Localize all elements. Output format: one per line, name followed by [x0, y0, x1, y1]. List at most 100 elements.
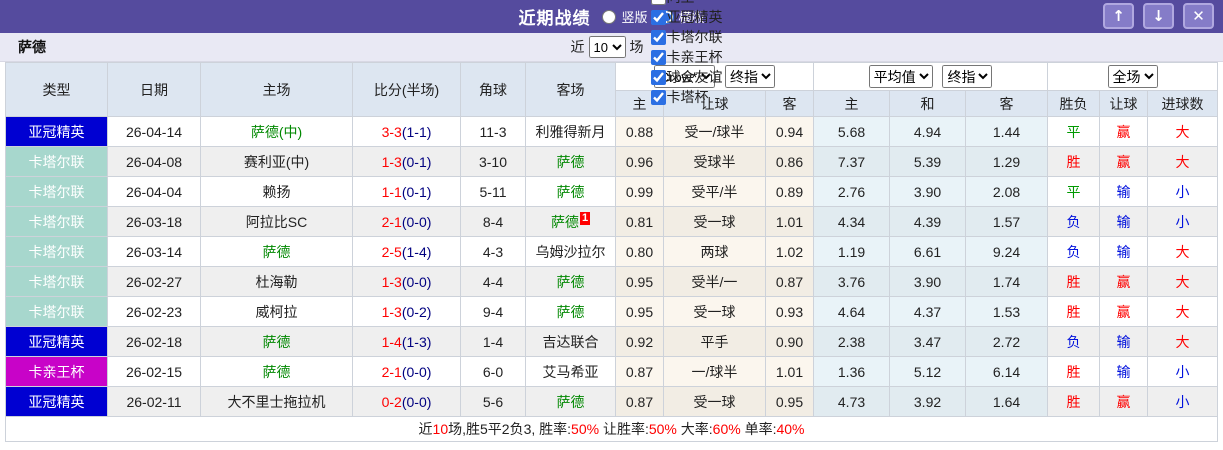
- competition-checkbox-label[interactable]: 卡塔尔联: [667, 27, 723, 47]
- competition-checkbox-label[interactable]: 卡亲王杯: [667, 47, 723, 67]
- winloss-result-cell: 胜: [1047, 266, 1101, 297]
- handicap-cell: 受平/半: [663, 176, 766, 207]
- arrow-up-icon: ↑: [1112, 6, 1125, 25]
- handicap-result-cell: 输: [1099, 176, 1149, 207]
- avg-draw-cell: 5.39: [889, 146, 967, 177]
- avg-draw-cell: 6.61: [889, 236, 967, 267]
- col-header-goals: 进球数: [1147, 90, 1219, 117]
- bookmaker-stage-select[interactable]: 终指: [724, 65, 775, 88]
- handicap-cell: 受一球: [663, 386, 766, 417]
- competition-checkbox-item: 球会友谊: [644, 67, 723, 87]
- summary-segment: 60%: [712, 421, 741, 437]
- table-row: 卡塔尔联 26-03-14 萨德 2-5(1-4) 4-3 乌姆沙拉尔 0.80…: [5, 236, 1219, 267]
- avg-draw-cell: 3.90: [889, 266, 967, 297]
- competition-checkbox-item: 同主: [644, 0, 723, 7]
- score-cell: 1-3(0-0): [352, 266, 461, 297]
- summary-segment: 近: [418, 421, 433, 437]
- avg-home-cell: 1.19: [813, 236, 891, 267]
- score-cell: 3-3(1-1): [352, 116, 461, 147]
- results-table: 类型 日期 主场 比分(半场) 角球 客场 Crow* 终指 平均值 终指 全场…: [4, 62, 1219, 442]
- away-team-cell: 萨德 1: [525, 206, 616, 237]
- col-header-winloss: 胜负: [1047, 90, 1101, 117]
- home-odds-cell: 0.99: [615, 176, 664, 207]
- table-row: 卡塔尔联 26-03-18 阿拉比SC 2-1(0-0) 8-4 萨德 1 0.8…: [5, 206, 1219, 237]
- summary-stats: 近10场,胜5平2负3, 胜率:50% 让胜率:50% 大率:60% 单率:40…: [4, 416, 1219, 442]
- competition-checkbox-label[interactable]: 同主: [667, 0, 695, 7]
- corners-cell: 8-4: [460, 206, 526, 237]
- away-team-cell: 艾马希亚: [525, 356, 616, 387]
- close-button[interactable]: ✕: [1183, 3, 1214, 29]
- home-team-cell: 杜海勒: [200, 266, 353, 297]
- col-header-handicap-result: 让球: [1099, 90, 1149, 117]
- avg-away-cell: 6.14: [965, 356, 1049, 387]
- competition-checkbox[interactable]: [650, 9, 666, 25]
- move-down-button[interactable]: ↓: [1143, 3, 1174, 29]
- winloss-result-cell: 负: [1047, 326, 1101, 357]
- avg-away-cell: 1.44: [965, 116, 1049, 147]
- away-team-cell: 萨德: [525, 266, 616, 297]
- summary-segment: 50%: [571, 421, 600, 437]
- team-name: 萨德: [18, 39, 46, 55]
- date-cell: 26-03-18: [107, 206, 201, 237]
- competition-checkbox[interactable]: [650, 29, 666, 45]
- average-select-cell: 平均值 终指: [813, 62, 1049, 91]
- home-odds-cell: 0.81: [615, 206, 664, 237]
- corners-cell: 4-3: [460, 236, 526, 267]
- avg-home-cell: 4.73: [813, 386, 891, 417]
- competition-checkbox-label[interactable]: 球会友谊: [667, 67, 723, 87]
- corners-cell: 3-10: [460, 146, 526, 177]
- table-row: 卡塔尔联 26-02-23 威柯拉 1-3(0-2) 9-4 萨德 0.95 受…: [5, 296, 1219, 327]
- table-row: 卡塔尔联 26-02-27 杜海勒 1-3(0-0) 4-4 萨德 0.95 受…: [5, 266, 1219, 297]
- table-row: 卡塔尔联 26-04-04 赖扬 1-1(0-1) 5-11 萨德 0.99 受…: [5, 176, 1219, 207]
- move-up-button[interactable]: ↑: [1103, 3, 1134, 29]
- competition-checkbox-label[interactable]: 卡塔杯: [667, 87, 709, 107]
- table-row: 卡亲王杯 26-02-15 萨德 2-1(0-0) 6-0 艾马希亚 0.87 …: [5, 356, 1219, 387]
- winloss-result-cell: 平: [1047, 116, 1101, 147]
- average-stage-select[interactable]: 终指: [942, 65, 993, 88]
- close-icon: ✕: [1192, 6, 1205, 25]
- period-select[interactable]: 全场: [1107, 65, 1158, 88]
- avg-home-cell: 5.68: [813, 116, 891, 147]
- col-header-avg-away: 客: [965, 90, 1049, 117]
- handicap-result-cell: 输: [1099, 236, 1149, 267]
- home-odds-cell: 0.96: [615, 146, 664, 177]
- competition-checkbox[interactable]: [650, 0, 666, 5]
- col-header-type: 类型: [5, 62, 108, 117]
- away-team-cell: 萨德: [525, 296, 616, 327]
- avg-draw-cell: 5.12: [889, 356, 967, 387]
- competition-badge: 卡塔尔联: [5, 236, 108, 267]
- competition-badge: 亚冠精英: [5, 116, 108, 147]
- competition-checkbox[interactable]: [650, 49, 666, 65]
- away-team-cell: 萨德: [525, 146, 616, 177]
- average-select[interactable]: 平均值: [868, 65, 933, 88]
- handicap-result-cell: 输: [1099, 356, 1149, 387]
- goals-result-cell: 大: [1147, 146, 1219, 177]
- avg-home-cell: 4.34: [813, 206, 891, 237]
- home-team-cell: 赖扬: [200, 176, 353, 207]
- home-team-cell: 大不里士拖拉机: [200, 386, 353, 417]
- avg-home-cell: 4.64: [813, 296, 891, 327]
- competition-checkbox[interactable]: [650, 89, 666, 105]
- summary-segment: 40%: [776, 421, 805, 437]
- goals-result-cell: 大: [1147, 236, 1219, 267]
- competition-badge: 卡塔尔联: [5, 176, 108, 207]
- home-team-cell: 萨德: [200, 236, 353, 267]
- competition-badge: 卡塔尔联: [5, 296, 108, 327]
- date-cell: 26-02-15: [107, 356, 201, 387]
- competition-checkbox[interactable]: [650, 69, 666, 85]
- corners-cell: 5-11: [460, 176, 526, 207]
- recent-count-select[interactable]: 10: [588, 36, 626, 58]
- summary-segment: 50%: [648, 421, 677, 437]
- handicap-cell: 受一/球半: [663, 116, 766, 147]
- corners-cell: 11-3: [460, 116, 526, 147]
- avg-away-cell: 1.57: [965, 206, 1049, 237]
- home-team-cell: 萨德: [200, 326, 353, 357]
- competition-checkbox-label[interactable]: 亚冠精英: [667, 7, 723, 27]
- home-team-cell: 阿拉比SC: [200, 206, 353, 237]
- goals-result-cell: 小: [1147, 386, 1219, 417]
- score-cell: 1-4(1-3): [352, 326, 461, 357]
- away-odds-cell: 1.02: [764, 236, 815, 267]
- away-team-cell: 萨德: [525, 386, 616, 417]
- winloss-result-cell: 胜: [1047, 356, 1101, 387]
- date-cell: 26-02-11: [107, 386, 201, 417]
